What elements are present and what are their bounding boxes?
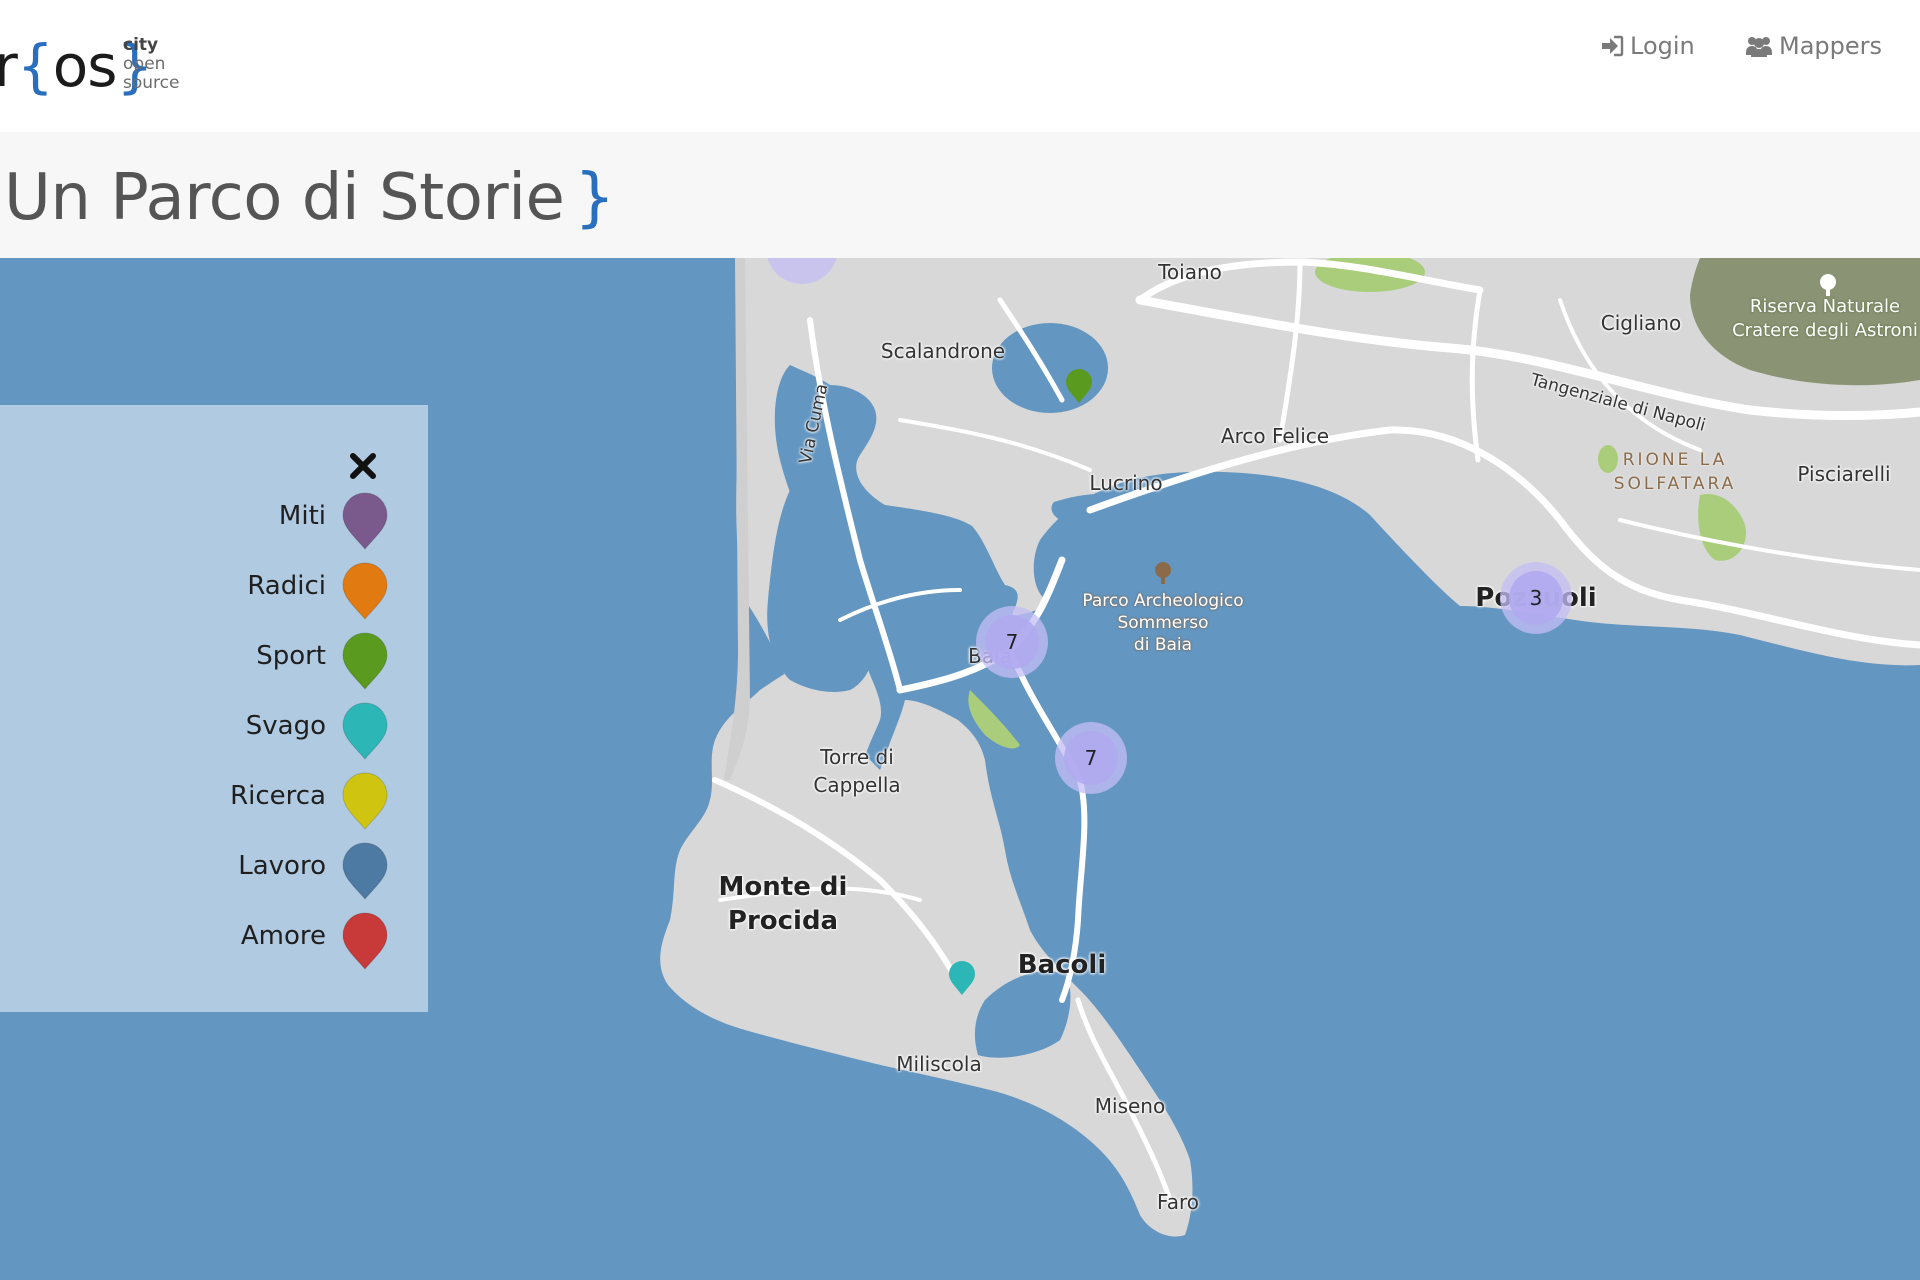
marker-svago-shape xyxy=(949,961,975,995)
story-cluster-bacoli[interactable]: 7 xyxy=(1055,722,1127,794)
legend-item-svago[interactable]: Svago xyxy=(0,701,390,761)
legend-label: Ricerca xyxy=(230,781,326,811)
legend-label: Svago xyxy=(245,711,326,741)
page-title: Un Parco di Storie} xyxy=(4,161,615,235)
legend-item-miti[interactable]: Miti xyxy=(0,491,390,551)
map-pin-icon xyxy=(342,772,388,830)
top-navbar: r{os} city open source Login Mappers xyxy=(0,0,1920,132)
place-torre-di-cappella: Torre di Cappella xyxy=(813,745,901,797)
cluster-count: 3 xyxy=(1509,571,1563,625)
legend-item-sport[interactable]: Sport xyxy=(0,631,390,691)
place-miseno: Miseno xyxy=(1094,1094,1166,1118)
place-cigliano: Cigliano xyxy=(1600,311,1682,335)
cluster-count: 7 xyxy=(1064,731,1118,785)
place-scalandrone: Scalandrone xyxy=(880,339,1006,363)
place-toiano: Toiano xyxy=(1158,260,1222,284)
close-icon[interactable] xyxy=(347,450,379,482)
zone-solfatara: RIONE LA SOLFATARA xyxy=(1613,450,1737,494)
map-pin-icon xyxy=(342,632,388,690)
logo-tagline: city open source xyxy=(123,35,180,93)
place-lucrino: Lucrino xyxy=(1089,471,1163,495)
mappers-link[interactable]: Mappers xyxy=(1745,26,1882,66)
cluster-count: 7 xyxy=(985,615,1039,669)
story-marker-sport[interactable] xyxy=(1064,368,1094,404)
marker-sport-shape xyxy=(1066,369,1092,403)
story-map[interactable]: Toiano Scalandrone Cigliano Via Cuma Arc… xyxy=(0,258,1920,1280)
legend-label: Lavoro xyxy=(238,851,326,881)
mappers-label: Mappers xyxy=(1779,32,1883,60)
users-icon xyxy=(1746,37,1772,57)
place-monte-di-procida: Monte di Procida xyxy=(718,872,848,936)
poi-parco-archeologico: Parco Archeologico Sommerso di Baia xyxy=(1082,591,1244,655)
lake-fusaro xyxy=(767,490,875,692)
place-arco-felice: Arco Felice xyxy=(1220,424,1330,448)
title-bar: Un Parco di Storie} xyxy=(0,132,1920,258)
place-bacoli: Bacoli xyxy=(1017,950,1107,980)
story-cluster-pozzuoli[interactable]: 3 xyxy=(1500,562,1572,634)
poi-riserva-astroni: Riserva Naturale Cratere degli Astroni xyxy=(1732,296,1918,341)
legend-label: Amore xyxy=(240,921,326,951)
place-faro: Faro xyxy=(1157,1190,1199,1214)
map-pin-icon xyxy=(342,492,388,550)
login-link[interactable]: Login xyxy=(1600,26,1695,66)
legend-label: Sport xyxy=(256,641,326,671)
legend-item-lavoro[interactable]: Lavoro xyxy=(0,841,390,901)
map-pin-icon xyxy=(342,562,388,620)
place-pisciarelli: Pisciarelli xyxy=(1797,462,1891,486)
map-pin-icon xyxy=(342,842,388,900)
place-miliscola: Miliscola xyxy=(896,1052,982,1076)
story-marker-svago[interactable] xyxy=(947,960,977,996)
legend-item-ricerca[interactable]: Ricerca xyxy=(0,771,390,831)
legend-item-amore[interactable]: Amore xyxy=(0,911,390,971)
legend-label: Miti xyxy=(278,501,326,531)
login-label: Login xyxy=(1630,32,1695,60)
legend-label: Radici xyxy=(247,571,326,601)
map-pin-icon xyxy=(342,912,388,970)
map-pin-icon xyxy=(342,702,388,760)
sign-in-icon xyxy=(1602,35,1624,57)
story-cluster-baia[interactable]: 7 xyxy=(976,606,1048,678)
legend-item-radici[interactable]: Radici xyxy=(0,561,390,621)
category-legend: Miti Radici Sport Svago Ricerca Lavoro A… xyxy=(0,405,428,1012)
